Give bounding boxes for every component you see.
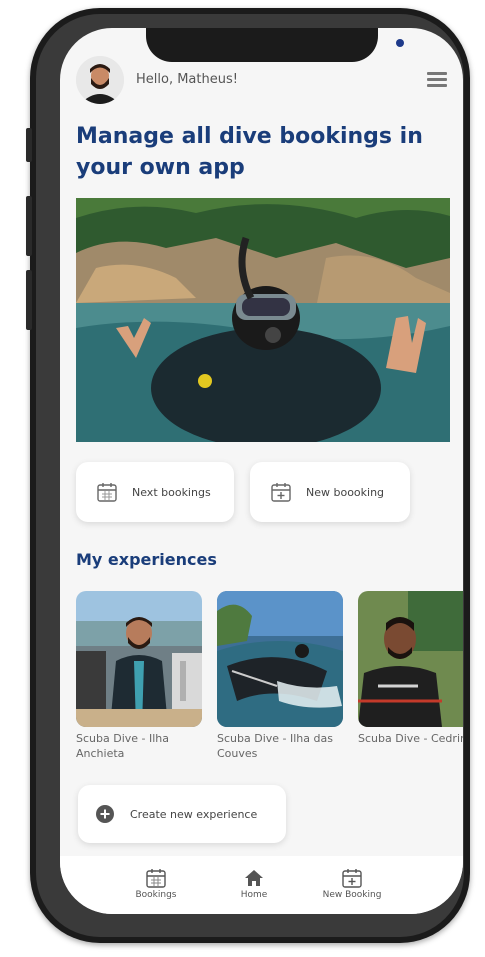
plus-circle-icon [96,805,114,823]
experience-caption: Scuba Dive - Cedrinho [358,732,463,745]
phone-side-button [26,196,32,256]
experience-thumbnail [217,591,343,727]
camera-icon [396,39,404,47]
calendar-plus-icon [342,869,362,888]
avatar[interactable] [76,56,124,104]
phone-side-button [26,270,32,330]
tab-home-label: Home [240,890,268,900]
app-screen: Hello, Matheus! Manage all dive bookings… [60,28,463,914]
section-title: My experiences [76,550,217,569]
tab-bookings[interactable]: Bookings [116,868,196,900]
next-bookings-button[interactable]: Next bookings [76,462,234,522]
home-icon [245,870,263,886]
tab-new-booking-label: New Booking [322,890,382,900]
experience-card[interactable]: Scuba Dive - Ilha Anchieta [76,591,202,761]
hero-image [76,198,450,442]
new-booking-label: New boooking [306,485,385,499]
bottom-tab-bar: Bookings Home New Booking [60,856,463,914]
calendar-icon [146,869,166,888]
phone-side-button [26,128,32,162]
hamburger-menu-icon[interactable] [427,72,447,88]
experience-thumbnail [358,591,463,727]
create-experience-label: Create new experience [130,807,258,821]
new-booking-button[interactable]: New boooking [250,462,410,522]
app-header: Hello, Matheus! [76,56,447,106]
experience-card[interactable]: Scuba Dive - Ilha das Couves [217,591,343,761]
next-bookings-label: Next bookings [132,485,211,499]
tab-new-booking[interactable]: New Booking [312,868,392,900]
tab-home[interactable]: Home [214,868,294,900]
experience-card[interactable]: Scuba Dive - Cedrinho [358,591,463,746]
page-title: Manage all dive bookings in your own app [76,124,423,180]
calendar-icon [97,483,117,502]
experience-caption: Scuba Dive - Ilha das Couves [217,732,333,760]
tab-bookings-label: Bookings [135,890,177,900]
experience-thumbnail [76,591,202,727]
create-experience-button[interactable]: Create new experience [78,785,286,843]
calendar-plus-icon [271,483,291,502]
greeting-text: Hello, Matheus! [136,72,238,87]
experience-caption: Scuba Dive - Ilha Anchieta [76,732,170,760]
